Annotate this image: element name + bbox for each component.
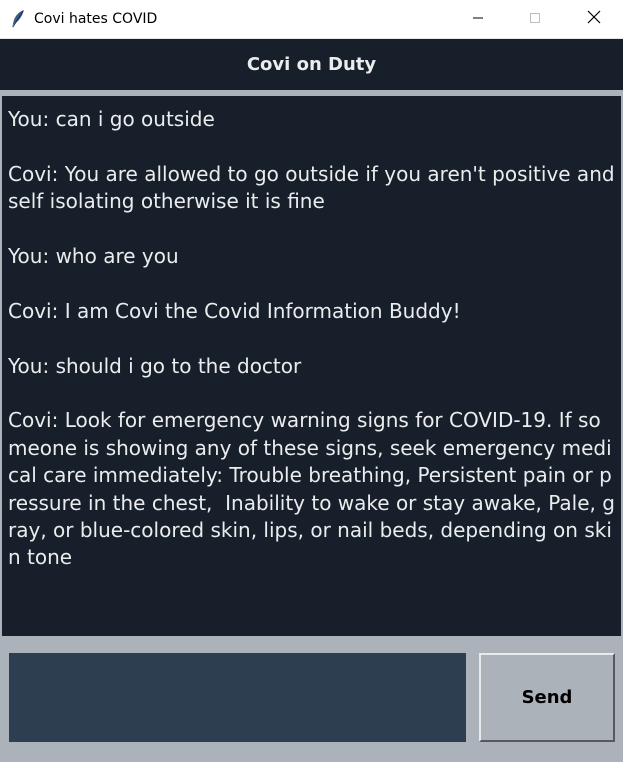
minimize-button[interactable]	[449, 0, 507, 39]
chat-log[interactable]: You: can i go outside Covi: You are allo…	[2, 96, 621, 636]
chat-message: You: who are you	[8, 244, 179, 268]
chat-message: You: should i go to the doctor	[8, 353, 302, 378]
chat-message: Covi: You are allowed to go outside if y…	[8, 161, 621, 214]
chat-message: Covi: Look for emergency warning signs f…	[8, 408, 615, 570]
page-title: Covi on Duty	[0, 39, 623, 90]
message-input[interactable]	[9, 653, 466, 742]
maximize-button[interactable]	[506, 0, 564, 39]
maximize-icon	[529, 11, 541, 29]
chat-message: You: can i go outside	[8, 107, 215, 131]
close-button[interactable]	[565, 0, 623, 39]
minimize-icon	[472, 11, 484, 29]
title-bar[interactable]: Covi hates COVID	[0, 0, 623, 39]
feather-icon	[10, 9, 26, 29]
send-button[interactable]: Send	[479, 653, 615, 742]
close-icon	[587, 10, 601, 29]
window-title: Covi hates COVID	[34, 11, 158, 27]
chat-message: Covi: I am Covi the Covid Information Bu…	[8, 298, 461, 323]
